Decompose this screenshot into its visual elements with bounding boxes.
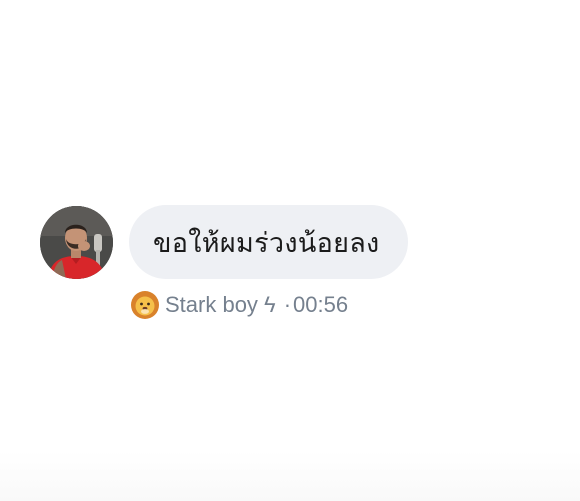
message-bubble[interactable]: ขอให้ผมร่วงน้อยลง <box>129 205 408 279</box>
sender-name[interactable]: Stark boy ϟ <box>165 292 276 318</box>
bottom-divider-area <box>0 450 580 501</box>
avatar-image <box>40 206 113 279</box>
message-text: ขอให้ผมร่วงน้อยลง <box>153 227 380 259</box>
message-time: 00:56 <box>293 292 349 317</box>
meta-separator: · <box>283 292 292 317</box>
message-meta: Stark boy ϟ · 00:56 <box>130 289 348 321</box>
lion-emoji-icon <box>130 290 160 320</box>
sender-avatar[interactable] <box>40 206 113 279</box>
